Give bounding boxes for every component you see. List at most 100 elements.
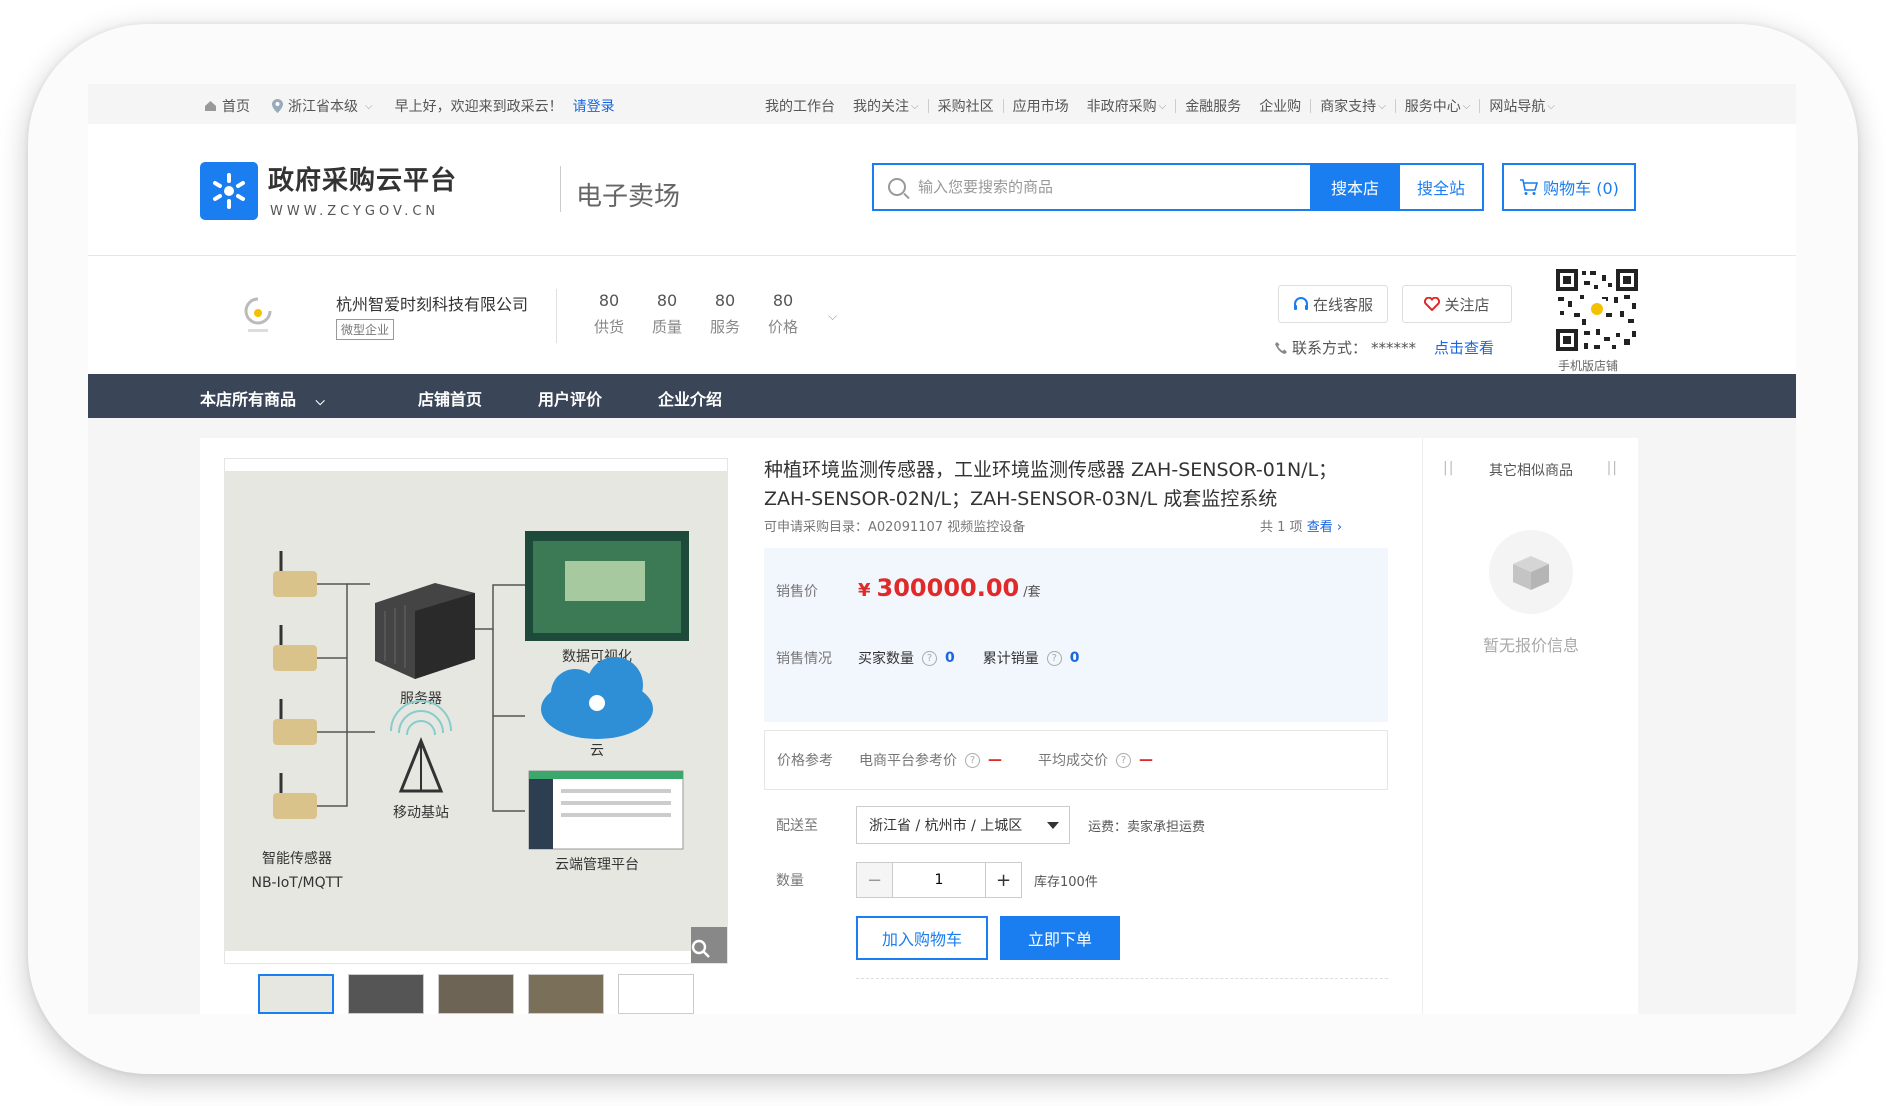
heart-icon bbox=[1424, 297, 1441, 311]
similar-products-panel: || 其它相似商品 || 暂无报价信息 bbox=[1422, 438, 1638, 1014]
shop-info-bar: 杭州智爱时刻科技有限公司 微型企业 80 供货 80 质量 80 服务 80 价格 ⌵ … bbox=[88, 257, 1796, 377]
cart-button[interactable]: 购物车 (0) bbox=[1502, 163, 1636, 211]
item-count-text: 共 1 项 bbox=[1260, 520, 1303, 535]
decor-bars: || bbox=[1606, 460, 1618, 476]
shipping-row: 配送至 浙江省 / 杭州市 / 上城区 运费：卖家承担运费 bbox=[764, 806, 1205, 844]
merchant-support-link[interactable]: 商家支持 ⌵ bbox=[1311, 96, 1395, 116]
headset-icon bbox=[1293, 297, 1308, 310]
score-quality: 80 质量 bbox=[650, 291, 684, 337]
help-icon[interactable]: ? bbox=[1116, 752, 1131, 768]
content-area: 服务器 移动基站 数据可视化 云 云端管理平台 智能传感器 NB-IoT/MQT… bbox=[88, 418, 1796, 1014]
site-nav-link[interactable]: 网站导航 ⌵ bbox=[1480, 96, 1564, 116]
top-bar: 首页 浙江省本级 ⌵ 早上好，欢迎来到政采云！ 请登录 我的工作台 我的关注 ⌵ … bbox=[88, 84, 1796, 124]
product-panel: 服务器 移动基站 数据可视化 云 云端管理平台 智能传感器 NB-IoT/MQT… bbox=[200, 438, 1638, 1014]
favorites-link[interactable]: 我的关注 ⌵ bbox=[844, 96, 928, 116]
home-label: 首页 bbox=[222, 99, 250, 115]
price-amount: 300000.00 bbox=[876, 574, 1020, 602]
price-unit: /套 bbox=[1023, 585, 1041, 600]
price-reference: 价格参考 电商平台参考价 ? — 平均成交价 ? — bbox=[764, 730, 1388, 790]
customer-service-button[interactable]: 在线客服 bbox=[1278, 285, 1388, 323]
follow-shop-button[interactable]: 关注店 bbox=[1402, 285, 1512, 323]
help-icon[interactable]: ? bbox=[965, 752, 980, 768]
qr-code-icon[interactable] bbox=[1554, 267, 1640, 353]
chevron-down-icon: ⌵ bbox=[1378, 100, 1386, 112]
score-value: 80 bbox=[656, 291, 678, 310]
nav-shop-home[interactable]: 店铺首页 bbox=[418, 386, 482, 410]
add-to-cart-button[interactable]: 加入购物车 bbox=[856, 916, 988, 960]
search-box bbox=[872, 163, 1312, 211]
increase-button[interactable]: + bbox=[985, 863, 1021, 897]
view-items-label: 查看 bbox=[1306, 520, 1333, 535]
score-service: 80 服务 bbox=[708, 291, 742, 337]
site-header: 政府采购云平台 WWW.ZCYGOV.CN 电子卖场 搜本店 搜全站 购物车 (… bbox=[88, 124, 1796, 256]
logo-icon[interactable] bbox=[200, 162, 258, 220]
zoom-button[interactable] bbox=[691, 927, 727, 963]
decrease-button[interactable]: − bbox=[857, 863, 893, 897]
empty-state-text: 暂无报价信息 bbox=[1482, 636, 1579, 655]
score-value: 80 bbox=[772, 291, 794, 310]
help-icon[interactable]: ? bbox=[922, 650, 937, 666]
shop-nav: 本店所有商品 ⌵ 店铺首页 用户评价 企业介绍 bbox=[88, 374, 1796, 418]
thumbnail[interactable] bbox=[348, 974, 424, 1014]
shop-name[interactable]: 杭州智爱时刻科技有限公司 bbox=[336, 291, 528, 315]
divider bbox=[556, 289, 557, 343]
site-nav-label: 网站导航 bbox=[1489, 99, 1546, 115]
help-icon[interactable]: ? bbox=[1046, 650, 1062, 666]
buy-now-button[interactable]: 立即下单 bbox=[1000, 916, 1120, 960]
caret-down-icon bbox=[1047, 821, 1059, 829]
thumbnail[interactable] bbox=[258, 974, 334, 1014]
score-value: 80 bbox=[714, 291, 736, 310]
shipping-address-select[interactable]: 浙江省 / 杭州市 / 上城区 bbox=[856, 806, 1070, 844]
chevron-down-icon[interactable]: ⌵ bbox=[828, 309, 837, 324]
brand-url: WWW.ZCYGOV.CN bbox=[270, 204, 440, 219]
freight-info: 运费：卖家承担运费 bbox=[1088, 819, 1206, 835]
nav-all-products[interactable]: 本店所有商品 ⌵ bbox=[200, 386, 325, 410]
search-all-button[interactable]: 搜全站 bbox=[1398, 163, 1484, 211]
procurement-category: 可申请采购目录：A02091107 视频监控设备 bbox=[764, 520, 1026, 535]
nav-company-intro[interactable]: 企业介绍 bbox=[658, 386, 722, 410]
shop-scores: 80 供货 80 质量 80 服务 80 价格 bbox=[592, 291, 800, 337]
login-link[interactable]: 请登录 bbox=[573, 96, 615, 116]
enterprise-badge: 微型企业 bbox=[336, 319, 395, 340]
home-link[interactable]: 首页 bbox=[204, 96, 250, 116]
thumbnail[interactable] bbox=[618, 974, 694, 1014]
price-row: 销售价 ¥300000.00 /套 bbox=[776, 574, 1041, 602]
region-selector[interactable]: 浙江省本级 ⌵ bbox=[272, 96, 373, 116]
greeting-text: 早上好，欢迎来到政采云！ bbox=[394, 99, 563, 115]
empty-box-icon bbox=[1489, 530, 1573, 614]
total-sales-count: 0 bbox=[1069, 650, 1080, 666]
quantity-label: 数量 bbox=[776, 873, 804, 889]
score-label: 供货 bbox=[593, 318, 624, 336]
platform-label: 云端管理平台 bbox=[555, 857, 639, 873]
nav-reviews[interactable]: 用户评价 bbox=[538, 386, 602, 410]
ship-label: 配送至 bbox=[776, 818, 818, 834]
finance-link[interactable]: 金融服务 bbox=[1176, 96, 1250, 116]
product-title: 种植环境监测传感器，工业环境监测传感器 ZAH-SENSOR-01N/L；ZAH… bbox=[764, 459, 1338, 510]
product-image-viewer[interactable]: 服务器 移动基站 数据可视化 云 云端管理平台 智能传感器 NB-IoT/MQT… bbox=[224, 458, 728, 964]
non-gov-purchase-link[interactable]: 非政府采购 ⌵ bbox=[1078, 96, 1176, 116]
workbench-link[interactable]: 我的工作台 bbox=[756, 96, 844, 116]
search-store-button[interactable]: 搜本店 bbox=[1312, 163, 1398, 211]
contact-value: ****** bbox=[1371, 338, 1417, 357]
shop-logo-icon[interactable] bbox=[240, 293, 276, 337]
chevron-down-icon: ⌵ bbox=[365, 100, 373, 112]
logo-mark-icon bbox=[213, 173, 245, 209]
quantity-stepper: − + bbox=[856, 862, 1022, 898]
sales-label: 销售情况 bbox=[776, 651, 832, 667]
enterprise-purchase-link[interactable]: 企业购 bbox=[1250, 96, 1310, 116]
region-label: 浙江省本级 bbox=[288, 99, 358, 115]
quantity-input[interactable] bbox=[893, 863, 985, 897]
app-market-link[interactable]: 应用市场 bbox=[1004, 96, 1078, 116]
shipping-address-value: 浙江省 / 杭州市 / 上城区 bbox=[869, 818, 1023, 834]
thumbnail[interactable] bbox=[438, 974, 514, 1014]
search-input[interactable] bbox=[918, 178, 1278, 196]
brand-name[interactable]: 政府采购云平台 bbox=[268, 160, 457, 197]
follow-label: 关注店 bbox=[1444, 295, 1490, 314]
view-items-link[interactable]: 查看 › bbox=[1307, 520, 1342, 535]
view-contact-link[interactable]: 点击查看 bbox=[1434, 337, 1494, 358]
protocol-label: NB-IoT/MQTT bbox=[251, 875, 342, 891]
thumbnail[interactable] bbox=[528, 974, 604, 1014]
service-center-link[interactable]: 服务中心 ⌵ bbox=[1396, 96, 1480, 116]
score-price: 80 价格 bbox=[766, 291, 800, 337]
community-link[interactable]: 采购社区 bbox=[929, 96, 1003, 116]
